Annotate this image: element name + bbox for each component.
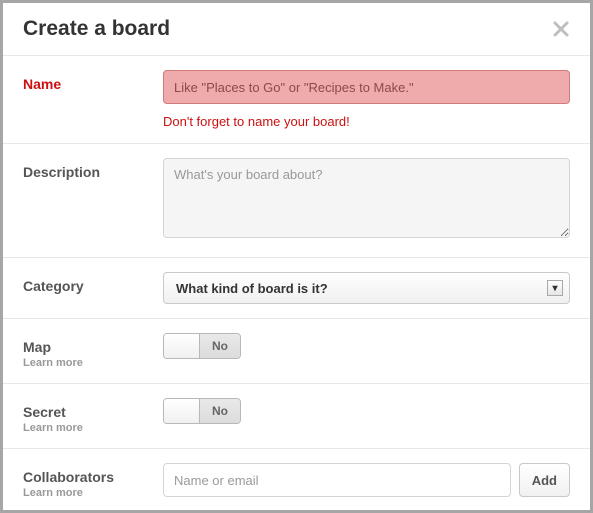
category-label: Category (23, 278, 163, 294)
dialog-title: Create a board (23, 17, 170, 41)
close-icon[interactable] (552, 20, 570, 38)
map-label: Map (23, 339, 163, 355)
dialog-header: Create a board (3, 3, 590, 56)
description-row: Description (3, 144, 590, 258)
description-label: Description (23, 164, 163, 180)
collaborators-learn-more-link[interactable]: Learn more (23, 487, 163, 499)
map-toggle[interactable]: No (163, 333, 241, 359)
toggle-knob (164, 334, 200, 358)
collaborators-label: Collaborators (23, 469, 163, 485)
add-collaborator-button[interactable]: Add (519, 463, 570, 497)
map-row: Map Learn more No (3, 319, 590, 384)
collaborators-input[interactable] (163, 463, 511, 497)
secret-toggle-state: No (200, 399, 240, 423)
category-row: Category What kind of board is it? ▾ (3, 258, 590, 319)
name-row: Name Don't forget to name your board! (3, 56, 590, 144)
secret-row: Secret Learn more No (3, 384, 590, 449)
map-toggle-state: No (200, 334, 240, 358)
secret-label: Secret (23, 404, 163, 420)
toggle-knob (164, 399, 200, 423)
chevron-down-icon: ▾ (547, 280, 563, 296)
secret-learn-more-link[interactable]: Learn more (23, 422, 163, 434)
map-learn-more-link[interactable]: Learn more (23, 357, 163, 369)
collaborators-row: Collaborators Learn more Add (3, 449, 590, 513)
category-select[interactable]: What kind of board is it? ▾ (163, 272, 570, 304)
category-selected-value: What kind of board is it? (176, 281, 328, 296)
name-label: Name (23, 76, 163, 92)
description-input[interactable] (163, 158, 570, 238)
name-input[interactable] (163, 70, 570, 104)
name-error-message: Don't forget to name your board! (163, 114, 570, 129)
secret-toggle[interactable]: No (163, 398, 241, 424)
